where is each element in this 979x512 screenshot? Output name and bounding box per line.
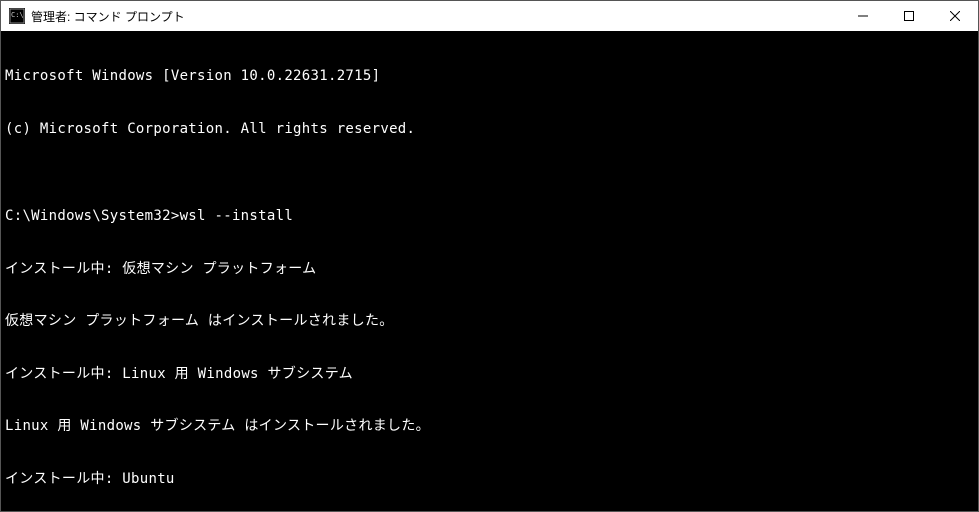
terminal-line: Linux 用 Windows サブシステム はインストールされました。 bbox=[5, 418, 974, 436]
svg-text:C:\: C:\ bbox=[11, 11, 24, 19]
terminal-line: (c) Microsoft Corporation. All rights re… bbox=[5, 121, 974, 139]
titlebar[interactable]: C:\ 管理者: コマンド プロンプト bbox=[1, 1, 978, 31]
command-prompt-window: C:\ 管理者: コマンド プロンプト Microsoft Windows [V… bbox=[0, 0, 979, 512]
maximize-button[interactable] bbox=[886, 1, 932, 31]
terminal-line: Microsoft Windows [Version 10.0.22631.27… bbox=[5, 68, 974, 86]
terminal-line: インストール中: Linux 用 Windows サブシステム bbox=[5, 366, 974, 384]
window-title: 管理者: コマンド プロンプト bbox=[31, 8, 185, 25]
terminal-line: インストール中: Ubuntu bbox=[5, 471, 974, 489]
terminal-line: 仮想マシン プラットフォーム はインストールされました。 bbox=[5, 313, 974, 331]
app-icon: C:\ bbox=[9, 8, 25, 24]
terminal-line: インストール中: 仮想マシン プラットフォーム bbox=[5, 261, 974, 279]
minimize-button[interactable] bbox=[840, 1, 886, 31]
close-button[interactable] bbox=[932, 1, 978, 31]
terminal-output[interactable]: Microsoft Windows [Version 10.0.22631.27… bbox=[1, 31, 978, 511]
terminal-line: C:\Windows\System32>wsl --install bbox=[5, 208, 974, 226]
